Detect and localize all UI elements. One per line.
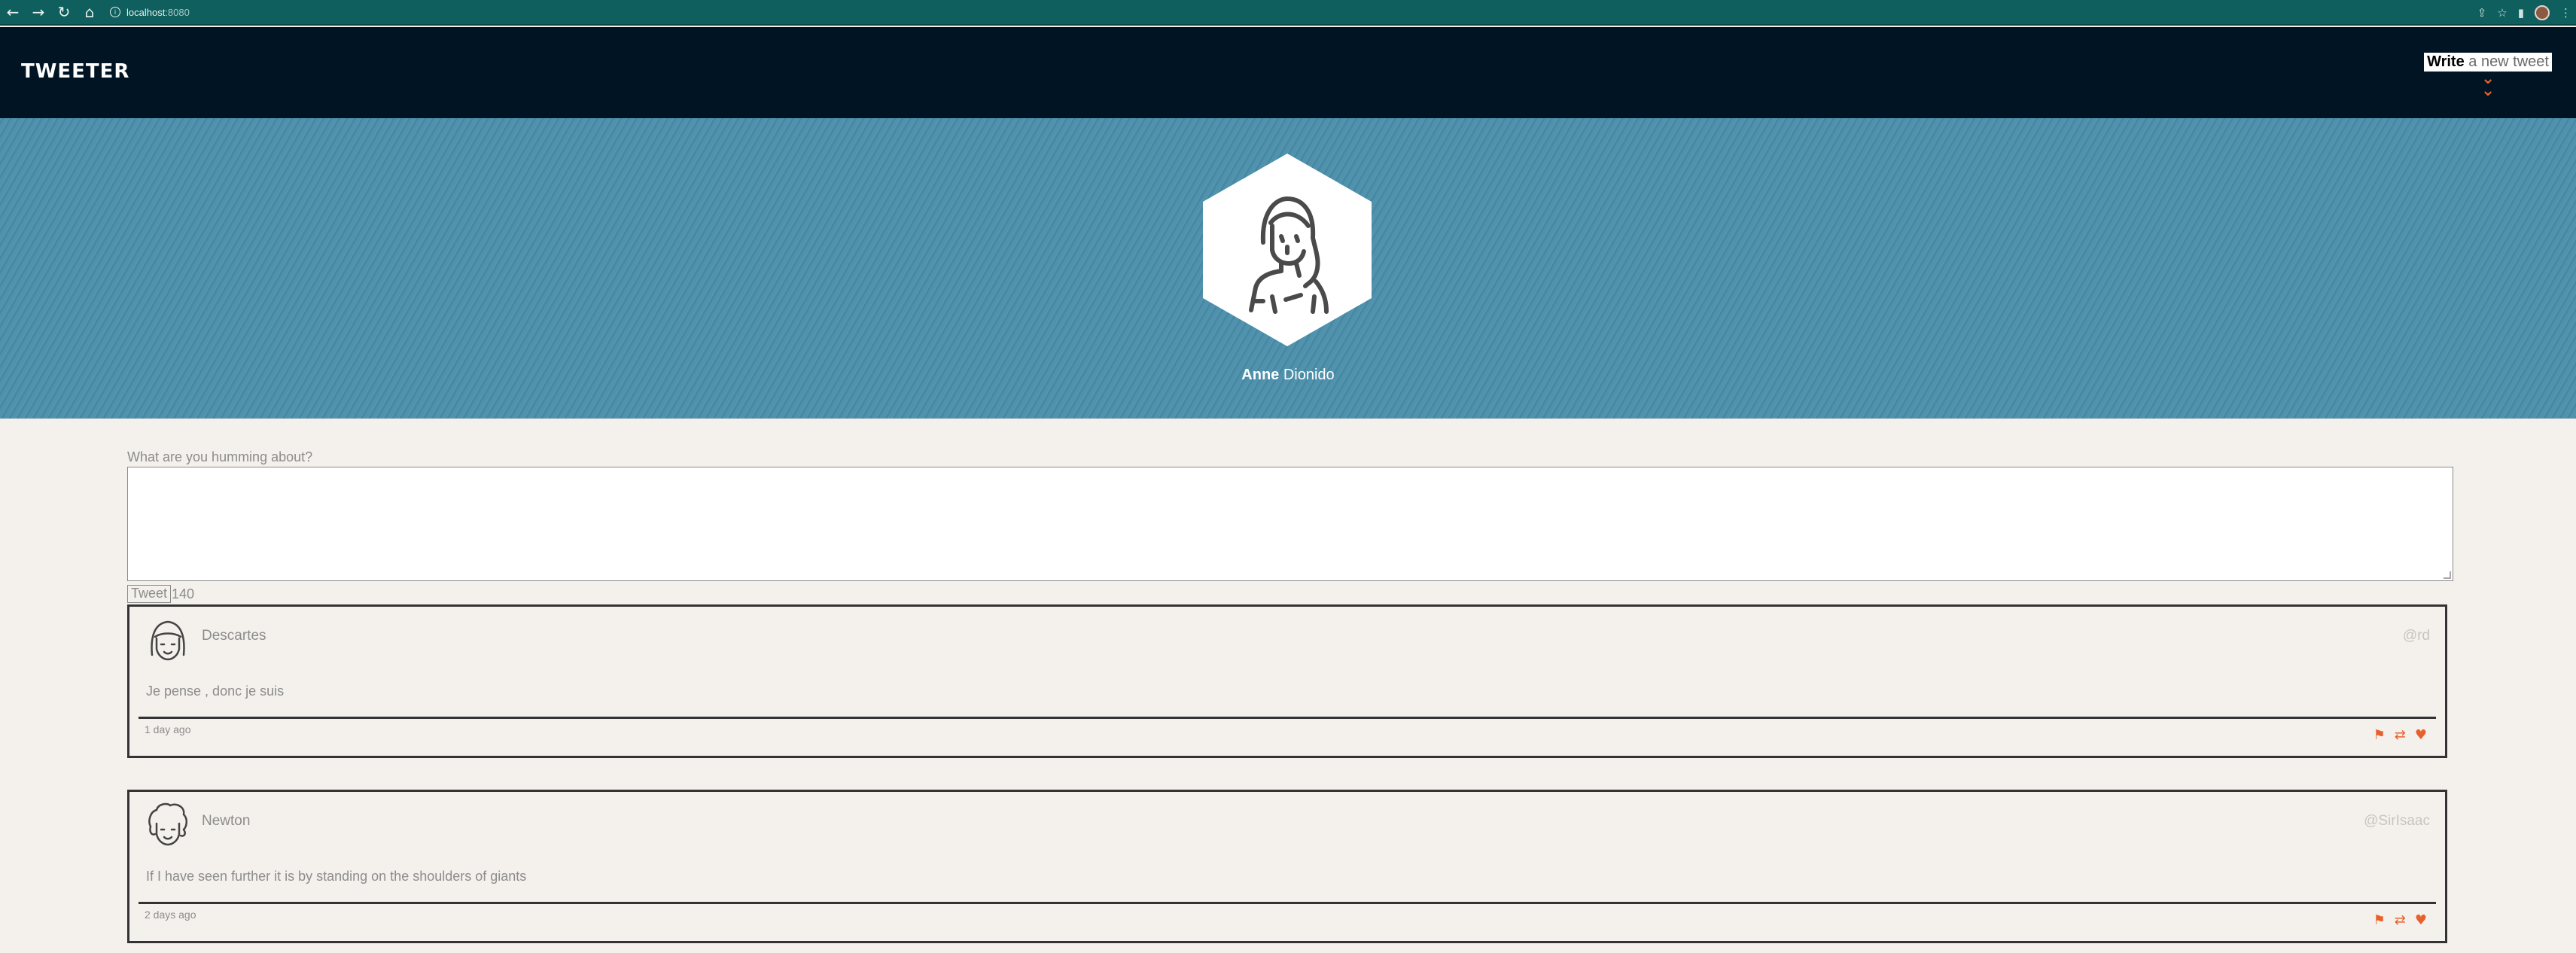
profile-first-name: Anne — [1241, 367, 1280, 383]
heart-icon[interactable]: ♥ — [2415, 912, 2427, 928]
profile-name: Anne Dionido — [0, 367, 2576, 384]
tweet-author-name: Newton — [202, 813, 251, 829]
avatar-newton-icon — [148, 802, 187, 846]
avatar-descartes-icon — [151, 620, 185, 661]
address-bar[interactable]: i localhost:8080 — [110, 3, 190, 21]
profile-avatar-icon[interactable] — [2535, 5, 2550, 20]
profile-last-name: Dionido — [1279, 367, 1335, 383]
reload-icon[interactable]: ↻ — [51, 0, 77, 25]
profile-banner: Anne Dionido — [0, 118, 2576, 419]
resize-handle-icon[interactable] — [2444, 571, 2451, 579]
forward-icon[interactable]: → — [26, 0, 51, 25]
double-chevron-down-icon[interactable]: ⌄ ⌄ — [2424, 71, 2552, 99]
tweet-author-name: Descartes — [202, 628, 266, 644]
tweet-textarea[interactable] — [127, 467, 2453, 581]
compose-bold: Write — [2427, 53, 2465, 70]
character-counter: 140 — [172, 586, 195, 601]
back-icon[interactable]: ← — [0, 0, 26, 25]
site-info-icon[interactable]: i — [110, 7, 120, 17]
tweet-author-handle[interactable]: @rd — [2403, 628, 2430, 644]
app-logo: TWEETER — [21, 60, 130, 83]
bookmark-star-icon[interactable]: ☆ — [2497, 6, 2507, 20]
tweet-text: If I have seen further it is by standing… — [146, 869, 527, 884]
share-icon[interactable]: ⇪ — [2477, 6, 2487, 20]
profile-avatar — [1203, 154, 1372, 346]
browser-toolbar: ← → ↻ ⌂ i localhost:8080 ⇪ ☆ ▮ ⋮ — [0, 0, 2576, 26]
tweet-card: Descartes @rd Je pense , donc je suis 1 … — [127, 604, 2447, 758]
tweet-author-handle[interactable]: @SirIsaac — [2364, 813, 2430, 830]
compose-toggle[interactable]: Write a new tweet ⌄ ⌄ — [2424, 53, 2552, 99]
tweet-card: Newton @SirIsaac If I have seen further … — [127, 790, 2447, 943]
flag-icon[interactable]: ⚑ — [2374, 912, 2386, 928]
tweet-actions: ⚑ ⇄ ♥ — [2374, 912, 2427, 928]
tweet-actions: ⚑ ⇄ ♥ — [2374, 727, 2427, 743]
app-header: TWEETER Write a new tweet ⌄ ⌄ — [0, 27, 2576, 118]
tweet-divider — [139, 717, 2436, 719]
tweet-timestamp: 2 days ago — [145, 909, 196, 921]
flag-icon[interactable]: ⚑ — [2374, 727, 2386, 743]
sidebar-icon[interactable]: ▮ — [2518, 6, 2524, 20]
url-port: :8080 — [165, 6, 190, 18]
compose-rest: a new tweet — [2464, 53, 2549, 70]
heart-icon[interactable]: ♥ — [2415, 727, 2427, 743]
retweet-icon[interactable]: ⇄ — [2395, 912, 2406, 928]
tweet-button[interactable]: Tweet — [127, 585, 172, 603]
menu-icon[interactable]: ⋮ — [2560, 6, 2571, 20]
url-host: localhost — [126, 6, 166, 18]
retweet-icon[interactable]: ⇄ — [2395, 727, 2406, 743]
home-icon[interactable]: ⌂ — [77, 0, 102, 25]
tweet-timestamp: 1 day ago — [145, 723, 191, 735]
composer-label: What are you humming about? — [127, 449, 313, 464]
hexagon-avatar-icon — [1203, 154, 1372, 346]
tweet-divider — [139, 902, 2436, 904]
tweet-text: Je pense , donc je suis — [146, 684, 285, 699]
